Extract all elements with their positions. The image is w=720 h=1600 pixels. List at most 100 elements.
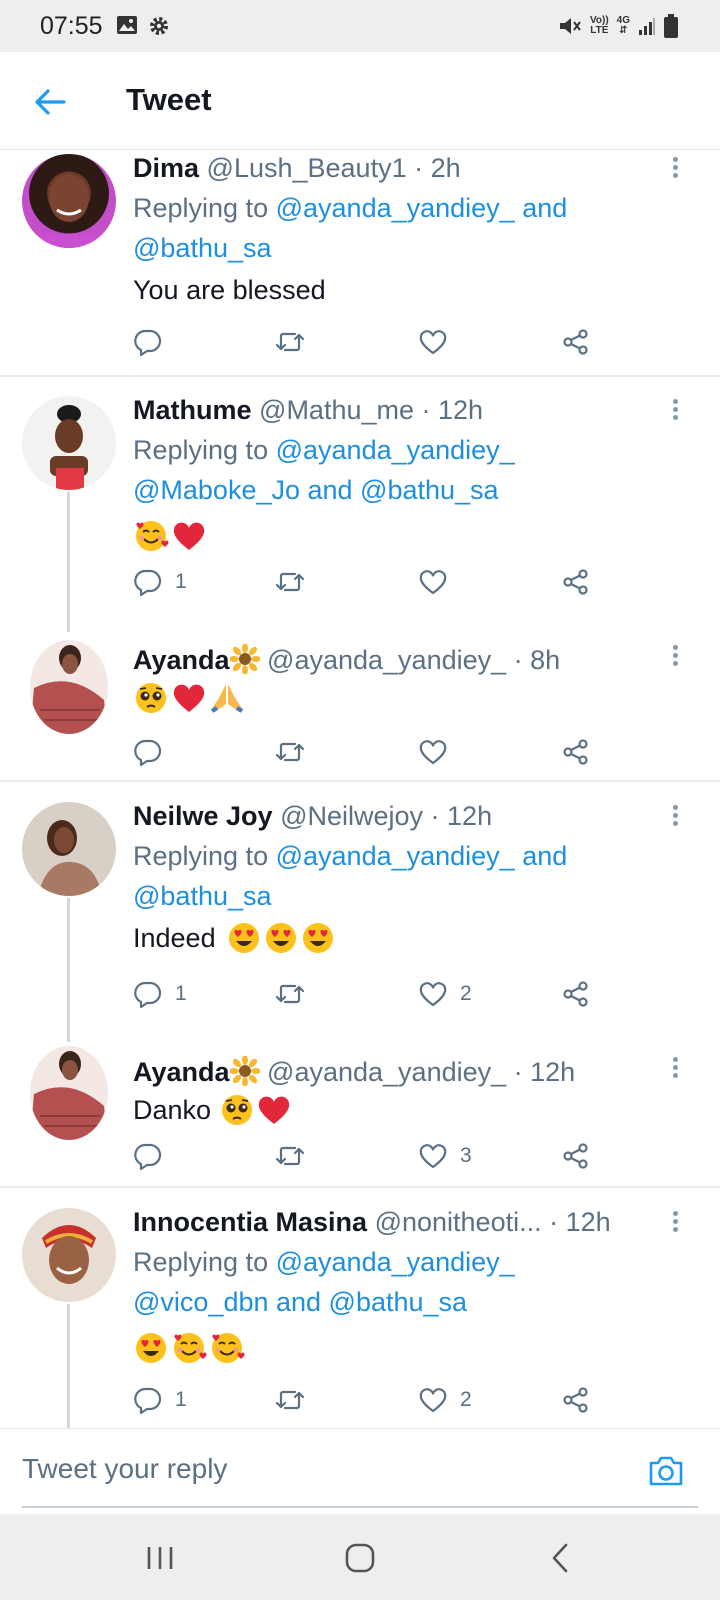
- retweet-icon: [275, 984, 305, 1004]
- reply-button[interactable]: 1: [133, 562, 187, 602]
- reply-input-underline: [22, 1506, 698, 1508]
- share-button[interactable]: [561, 1380, 591, 1420]
- like-button[interactable]: 3: [418, 1136, 472, 1176]
- reply-button[interactable]: [133, 322, 175, 362]
- tweet-time: · 12h: [430, 801, 493, 831]
- like-button[interactable]: 2: [418, 1380, 472, 1420]
- tweet-header: Dima @Lush_Beauty1 · 2h: [133, 150, 673, 186]
- system-navigation-bar: [0, 1514, 720, 1600]
- like-button[interactable]: 2: [418, 974, 472, 1014]
- retweet-icon: [275, 742, 305, 762]
- reply-feed[interactable]: Dima @Lush_Beauty1 · 2h Replying to @aya…: [0, 150, 720, 1428]
- home-icon[interactable]: [338, 1536, 382, 1580]
- share-button[interactable]: [561, 974, 591, 1014]
- replying-to: Replying to @ayanda_yandiey_ @vico_dbn an…: [133, 1247, 515, 1317]
- retweet-button[interactable]: [275, 1380, 305, 1420]
- red-heart-emoji: [173, 522, 205, 550]
- share-icon: [563, 981, 588, 1007]
- author-name[interactable]: Ayanda: [133, 645, 230, 675]
- tweet-actions: 1 2: [133, 974, 613, 1014]
- more-options-icon[interactable]: [668, 1054, 682, 1084]
- retweet-icon: [275, 1390, 305, 1410]
- author-handle[interactable]: @ayanda_yandiey_: [267, 645, 506, 675]
- retweet-button[interactable]: [275, 732, 305, 772]
- reply-count: 1: [175, 982, 187, 1005]
- tweet-emojis: [133, 1328, 673, 1368]
- camera-icon[interactable]: [646, 1451, 686, 1491]
- avatar[interactable]: [22, 1208, 116, 1302]
- share-icon: [563, 1387, 588, 1413]
- mention-link[interactable]: @vico_dbn and @bathu_sa: [133, 1287, 467, 1317]
- tweet-dima[interactable]: Dima @Lush_Beauty1 · 2h Replying to @aya…: [0, 150, 720, 374]
- more-options-icon[interactable]: [668, 396, 682, 426]
- heart-icon: [419, 982, 447, 1007]
- avatar[interactable]: [30, 1046, 108, 1140]
- pleading-face-emoji: [136, 683, 166, 713]
- avatar[interactable]: [22, 396, 116, 490]
- more-options-icon[interactable]: [668, 642, 682, 672]
- tweet-innocentia-masina[interactable]: Innocentia Masina @nonitheoti... · 12h R…: [0, 1190, 720, 1428]
- tweet-neilwe-joy[interactable]: Neilwe Joy @Neilwejoy · 12h Replying to …: [0, 784, 720, 1030]
- share-button[interactable]: [561, 322, 591, 362]
- thread-connector: [67, 492, 70, 632]
- smiling-face-with-hearts-emoji: [212, 1333, 245, 1363]
- reply-button[interactable]: [133, 732, 175, 772]
- like-button[interactable]: [418, 562, 460, 602]
- author-name[interactable]: Mathume: [133, 395, 252, 425]
- author-name[interactable]: Ayanda: [133, 1057, 230, 1087]
- share-button[interactable]: [561, 732, 591, 772]
- tweet-time: · 12h: [513, 1057, 576, 1087]
- author-name[interactable]: Neilwe Joy: [133, 801, 273, 831]
- author-handle[interactable]: @Neilwejoy: [280, 801, 423, 831]
- reply-button[interactable]: [133, 1136, 175, 1176]
- retweet-button[interactable]: [275, 974, 305, 1014]
- like-count: 3: [460, 1144, 472, 1167]
- author-handle[interactable]: @Lush_Beauty1: [207, 153, 407, 183]
- author-name[interactable]: Innocentia Masina: [133, 1207, 367, 1237]
- tweet-mathume[interactable]: Mathume @Mathu_me · 12h Replying to @aya…: [0, 378, 720, 618]
- status-bar: 07:55 Vo)) LTE 4G ⇵: [0, 0, 720, 52]
- mention-link[interactable]: @ayanda_yandiey_ and: [276, 193, 568, 223]
- reply-input[interactable]: Tweet your reply: [22, 1453, 227, 1485]
- mention-link[interactable]: @Maboke_Jo and @bathu_sa: [133, 475, 499, 505]
- page-title: Tweet: [126, 82, 212, 117]
- tweet-header: Ayanda @ayanda_yandiey_ · 8h: [133, 642, 673, 678]
- mention-link[interactable]: @ayanda_yandiey_: [276, 1247, 515, 1277]
- author-handle[interactable]: @ayanda_yandiey_: [267, 1057, 506, 1087]
- retweet-button[interactable]: [275, 1136, 305, 1176]
- recent-apps-icon[interactable]: [138, 1536, 182, 1580]
- avatar[interactable]: [30, 640, 108, 734]
- like-button[interactable]: [418, 322, 460, 362]
- more-options-icon[interactable]: [668, 1208, 682, 1238]
- back-icon[interactable]: [540, 1536, 584, 1580]
- settings-gear-icon: [150, 17, 168, 35]
- reply-icon: [134, 329, 162, 357]
- reply-button[interactable]: 1: [133, 1380, 187, 1420]
- tweet-header: Neilwe Joy @Neilwejoy · 12h: [133, 798, 673, 834]
- tweet-ayanda-1[interactable]: Ayanda @ayanda_yandiey_ · 8h: [0, 630, 720, 780]
- author-name[interactable]: Dima: [133, 153, 199, 183]
- retweet-button[interactable]: [275, 562, 305, 602]
- heart-icon: [419, 1388, 447, 1413]
- avatar[interactable]: [22, 802, 116, 896]
- share-button[interactable]: [561, 562, 591, 602]
- share-button[interactable]: [561, 1136, 591, 1176]
- like-button[interactable]: [418, 732, 460, 772]
- back-arrow-icon[interactable]: [30, 82, 70, 122]
- tweet-ayanda-2[interactable]: Ayanda @ayanda_yandiey_ · 12h Danko 3: [0, 1040, 720, 1186]
- pleading-face-emoji: [222, 1095, 253, 1125]
- more-options-icon[interactable]: [668, 154, 682, 184]
- avatar[interactable]: [22, 154, 116, 248]
- retweet-button[interactable]: [275, 322, 305, 362]
- tweet-text: You are blessed: [133, 275, 326, 305]
- reply-count: 1: [175, 1388, 187, 1411]
- more-options-icon[interactable]: [668, 802, 682, 832]
- mention-link[interactable]: @bathu_sa: [133, 233, 272, 263]
- reply-button[interactable]: 1: [133, 974, 187, 1014]
- tweet-actions: 1: [133, 562, 613, 602]
- author-handle[interactable]: @Mathu_me: [259, 395, 414, 425]
- mention-link[interactable]: @ayanda_yandiey_ and: [276, 841, 568, 871]
- mention-link[interactable]: @ayanda_yandiey_: [276, 435, 515, 465]
- author-handle[interactable]: @nonitheoti...: [375, 1207, 542, 1237]
- mention-link[interactable]: @bathu_sa: [133, 881, 272, 911]
